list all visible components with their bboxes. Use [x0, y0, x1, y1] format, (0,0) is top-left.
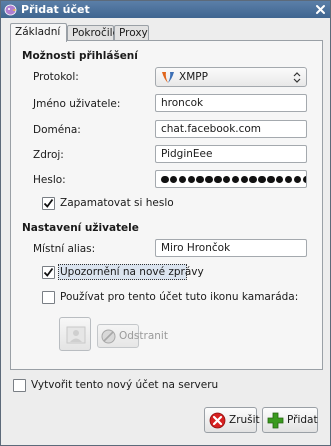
- buddy-icon-checkbox[interactable]: [42, 291, 55, 304]
- image-placeholder-icon: [66, 326, 86, 344]
- xmpp-icon: [162, 72, 174, 83]
- title-bar[interactable]: Přidat účet: [1, 1, 330, 18]
- checkmark-icon: [43, 267, 54, 277]
- password-dot: [214, 175, 222, 183]
- add-account-button[interactable]: Přidat: [262, 407, 318, 433]
- tab-advanced[interactable]: Pokročilé: [67, 25, 119, 41]
- password-dot: [187, 175, 196, 183]
- password-label: Heslo:: [33, 174, 66, 186]
- password-dot: [267, 175, 275, 183]
- password-dot: [196, 175, 204, 183]
- protocol-label: Protokol:: [33, 71, 79, 83]
- password-dot: [161, 175, 169, 183]
- protocol-value: XMPP: [179, 71, 208, 83]
- login-options-heading: Možnosti přihlášení: [22, 50, 138, 62]
- password-mask: [161, 173, 306, 185]
- remove-icon: [101, 329, 116, 344]
- add-button-label: Přidat: [287, 414, 318, 426]
- tab-basic[interactable]: Základní: [10, 23, 67, 42]
- pidgin-app-icon: [4, 4, 17, 16]
- password-dot: [169, 175, 178, 183]
- chevron-updown-icon: [293, 72, 301, 83]
- password-dot: [302, 175, 306, 183]
- password-dot: [240, 175, 249, 183]
- remember-password-checkbox[interactable]: [42, 197, 55, 210]
- create-account-checkbox[interactable]: [13, 379, 26, 392]
- buddy-icon-label[interactable]: Používat pro tento účet tuto ikonu kamar…: [60, 291, 298, 303]
- password-dot: [249, 175, 257, 183]
- username-label: Jméno uživatele:: [33, 98, 121, 110]
- password-field[interactable]: [155, 170, 307, 188]
- create-account-label[interactable]: Vytvořit tento nový účet na serveru: [31, 379, 218, 391]
- password-dot: [293, 175, 302, 183]
- cancel-button-label: Zrušit: [229, 414, 260, 426]
- password-dot: [205, 175, 213, 183]
- tab-proxy[interactable]: Proxy: [114, 25, 149, 41]
- add-account-dialog: Přidat účet Základní Pokročilé Proxy Mož…: [0, 0, 331, 446]
- resource-field[interactable]: PidginEee: [155, 145, 307, 163]
- user-settings-heading: Nastavení uživatele: [22, 222, 139, 234]
- password-dot: [275, 175, 284, 183]
- window-title: Přidat účet: [21, 3, 90, 16]
- buddy-icon-button[interactable]: [59, 317, 91, 351]
- cancel-icon: [209, 412, 226, 429]
- remember-password-label[interactable]: Zapamatovat si heslo: [60, 197, 174, 209]
- domain-field[interactable]: chat.facebook.com: [155, 120, 307, 138]
- alias-label: Místní alias:: [33, 243, 96, 255]
- remove-icon-button[interactable]: Odstranit: [97, 324, 168, 348]
- resource-label: Zdroj:: [33, 149, 64, 161]
- password-dot: [258, 175, 266, 183]
- username-field[interactable]: hroncok: [155, 94, 307, 112]
- tab-panel-basic: Možnosti přihlášení Protokol: XMPP Jméno…: [10, 40, 323, 370]
- cancel-button[interactable]: Zrušit: [204, 407, 260, 433]
- new-message-notify-label[interactable]: Upozornění na nové zprávy: [60, 266, 204, 278]
- checkmark-icon: [43, 198, 54, 208]
- remove-button-label: Odstranit: [119, 330, 168, 342]
- protocol-select[interactable]: XMPP: [155, 67, 307, 87]
- password-dot: [231, 175, 240, 183]
- plus-icon: [267, 412, 284, 429]
- password-dot: [222, 175, 231, 183]
- close-icon[interactable]: [315, 4, 326, 15]
- alias-field[interactable]: Miro Hrončok: [155, 239, 307, 257]
- password-dot: [284, 175, 293, 183]
- new-message-notify-checkbox[interactable]: [42, 266, 55, 279]
- domain-label: Doména:: [33, 124, 81, 136]
- password-dot: [178, 175, 187, 183]
